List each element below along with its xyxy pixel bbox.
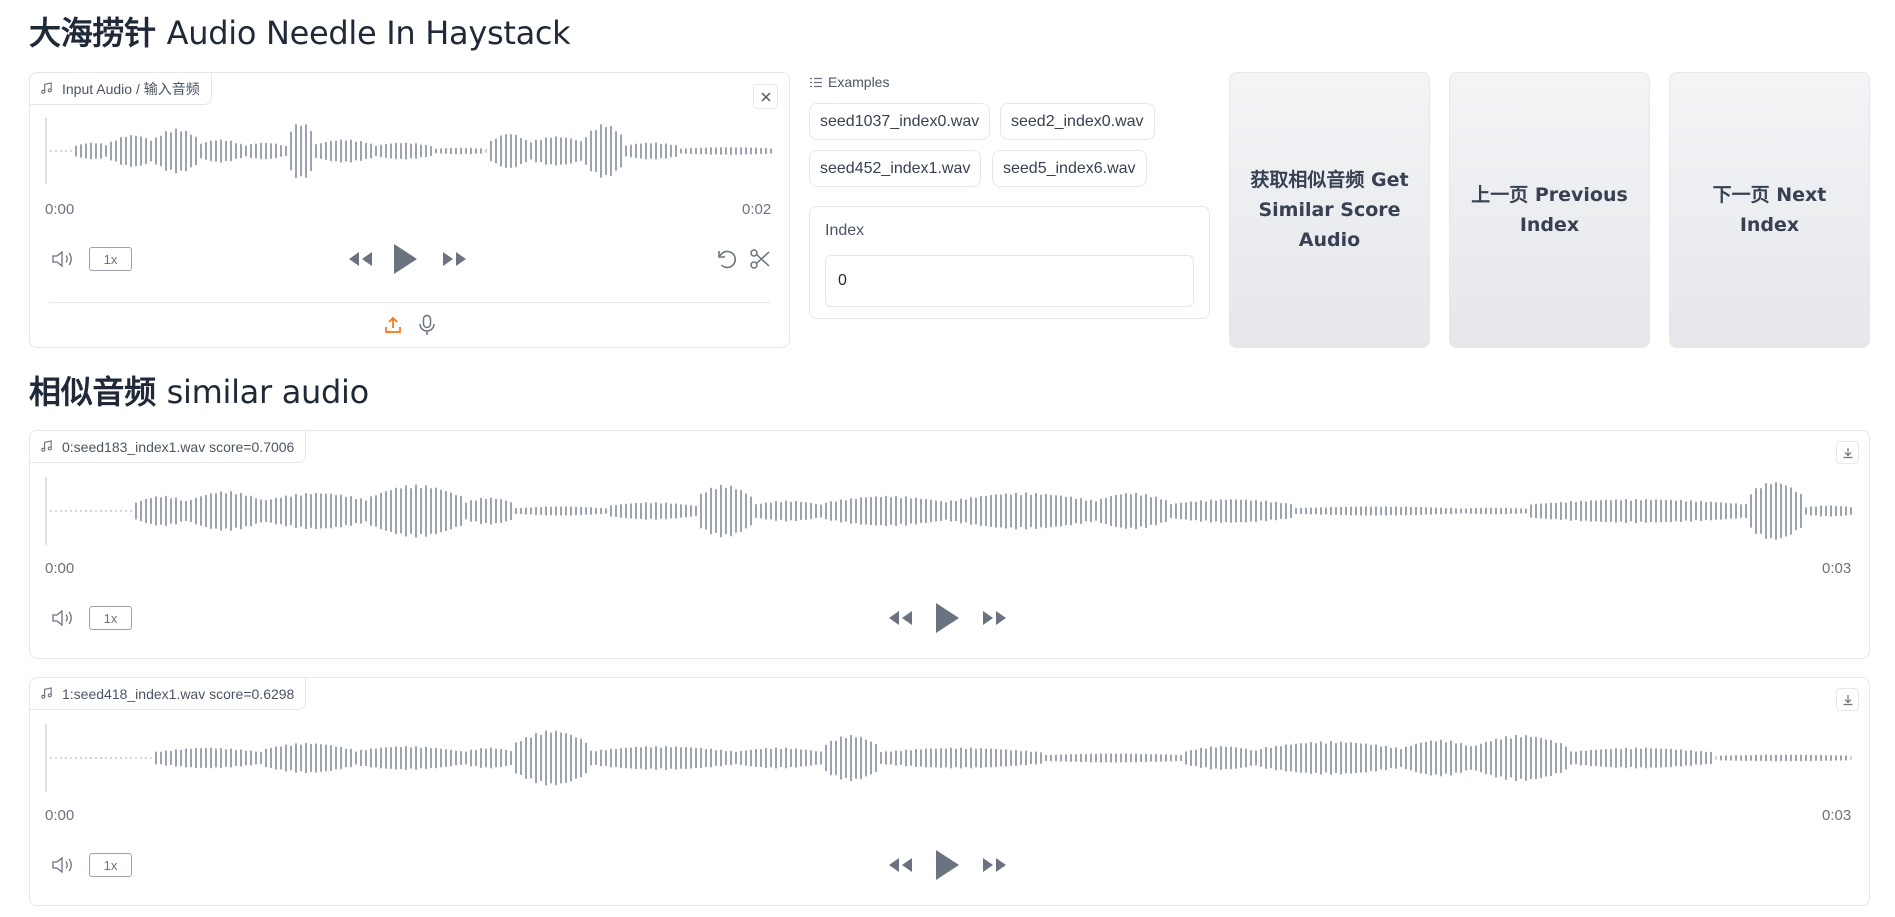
close-icon — [761, 92, 770, 101]
result-waveform[interactable] — [45, 477, 1856, 545]
scissors-icon — [750, 249, 770, 269]
section-title-cn: 相似音频 — [29, 373, 156, 411]
volume-icon — [52, 856, 72, 874]
microphone-icon — [419, 314, 435, 335]
input-time-end: 0:02 — [742, 201, 772, 218]
undo-button[interactable] — [714, 247, 740, 271]
input-audio-label-text: Input Audio / 输入音频 — [62, 80, 200, 97]
download-icon — [1843, 447, 1852, 458]
input-divider — [49, 302, 770, 303]
input-time-start: 0:00 — [45, 201, 75, 218]
page-title: 大海捞针 Audio Needle In Haystack — [29, 8, 571, 54]
play-button[interactable] — [932, 847, 962, 883]
close-button[interactable] — [753, 84, 778, 109]
play-icon — [936, 850, 959, 880]
index-label: Index — [825, 222, 865, 239]
index-panel: Index 0 — [809, 206, 1210, 319]
undo-icon — [718, 250, 736, 269]
section-title: 相似音频 similar audio — [29, 367, 369, 413]
trim-button[interactable] — [747, 247, 773, 271]
get-similar-button-label: 获取相似音频 Get Similar Score Audio — [1250, 169, 1409, 251]
fast-forward-icon — [443, 252, 466, 266]
list-icon — [810, 77, 822, 87]
result-time-end: 0:03 — [1822, 560, 1852, 577]
upload-icon — [385, 316, 401, 333]
upload-button[interactable] — [381, 313, 405, 337]
rewind-button[interactable] — [885, 606, 915, 630]
get-similar-button[interactable]: 获取相似音频 Get Similar Score Audio — [1229, 72, 1430, 348]
volume-button[interactable] — [50, 853, 78, 877]
play-icon — [394, 244, 417, 274]
volume-button[interactable] — [50, 247, 78, 271]
music-note-icon — [41, 440, 52, 452]
fast-forward-icon — [983, 858, 1006, 872]
input-audio-label: Input Audio / 输入音频 — [29, 72, 212, 105]
example-item[interactable]: seed5_index6.wav — [992, 150, 1147, 187]
rewind-button[interactable] — [885, 853, 915, 877]
result-audio-panel: 0:seed183_index1.wav score=0.7006 0:00 0… — [29, 430, 1870, 659]
rewind-icon — [349, 252, 372, 266]
volume-icon — [52, 250, 72, 268]
microphone-button[interactable] — [415, 313, 439, 337]
playback-rate-button[interactable]: 1x — [89, 853, 132, 877]
fast-forward-icon — [983, 611, 1006, 625]
download-icon — [1843, 694, 1852, 705]
play-button[interactable] — [390, 241, 420, 277]
fast-forward-button[interactable] — [980, 606, 1010, 630]
rewind-icon — [889, 858, 912, 872]
page-title-en: Audio Needle In Haystack — [166, 14, 571, 52]
playback-rate-button[interactable]: 1x — [89, 247, 132, 271]
result-waveform[interactable] — [45, 724, 1856, 792]
example-item[interactable]: seed1037_index0.wav — [809, 103, 991, 140]
input-audio-panel: Input Audio / 输入音频 0:00 0:02 1x — [29, 72, 790, 348]
examples-label-text: Examples — [828, 74, 890, 90]
music-note-icon — [41, 82, 52, 94]
result-audio-label: 0:seed183_index1.wav score=0.7006 — [29, 430, 307, 463]
rewind-icon — [889, 611, 912, 625]
index-input[interactable]: 0 — [825, 255, 1194, 307]
volume-button[interactable] — [50, 606, 78, 630]
music-note-icon — [41, 687, 52, 699]
volume-icon — [52, 609, 72, 627]
page-title-cn: 大海捞针 — [29, 14, 156, 52]
rewind-button[interactable] — [345, 247, 375, 271]
playback-rate-button[interactable]: 1x — [89, 606, 132, 630]
next-index-button-label: 下一页 Next Index — [1712, 184, 1827, 236]
play-button[interactable] — [932, 600, 962, 636]
result-audio-label-text: 1:seed418_index1.wav score=0.6298 — [62, 685, 295, 702]
previous-index-button-label: 上一页 Previous Index — [1471, 184, 1628, 236]
examples-label: Examples — [810, 74, 889, 90]
result-time-start: 0:00 — [45, 807, 75, 824]
example-item[interactable]: seed452_index1.wav — [809, 150, 982, 187]
section-title-en: similar audio — [166, 373, 370, 411]
result-audio-label: 1:seed418_index1.wav score=0.6298 — [29, 677, 307, 710]
download-button[interactable] — [1836, 441, 1859, 464]
input-waveform[interactable] — [45, 118, 776, 184]
result-time-start: 0:00 — [45, 560, 75, 577]
result-time-end: 0:03 — [1822, 807, 1852, 824]
next-index-button[interactable]: 下一页 Next Index — [1669, 72, 1870, 348]
play-icon — [936, 603, 959, 633]
result-audio-label-text: 0:seed183_index1.wav score=0.7006 — [62, 438, 295, 455]
fast-forward-button[interactable] — [980, 853, 1010, 877]
example-item[interactable]: seed2_index0.wav — [1000, 103, 1155, 140]
fast-forward-button[interactable] — [440, 247, 470, 271]
result-audio-panel: 1:seed418_index1.wav score=0.6298 0:00 0… — [29, 677, 1870, 906]
previous-index-button[interactable]: 上一页 Previous Index — [1449, 72, 1650, 348]
download-button[interactable] — [1836, 688, 1859, 711]
